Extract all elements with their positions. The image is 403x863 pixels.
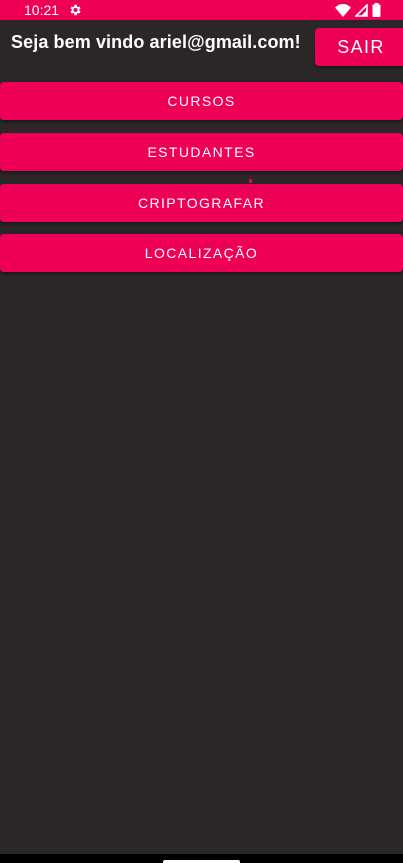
app-screen: 10:21 Seja bem vindo ariel@gmail.com! SA… [0, 0, 403, 863]
ripple-indicator [249, 179, 252, 183]
students-button[interactable]: ESTUDANTES [0, 133, 403, 171]
courses-button[interactable]: CURSOS [0, 82, 403, 120]
status-icons [335, 2, 381, 18]
encrypt-button[interactable]: CRIPTOGRAFAR [0, 184, 403, 222]
battery-icon [372, 3, 381, 17]
gear-icon [70, 4, 81, 16]
location-button[interactable]: LOCALIZAÇÃO [0, 234, 403, 272]
header: Seja bem vindo ariel@gmail.com! SAIR [0, 20, 403, 78]
wifi-icon [335, 3, 351, 17]
signal-icon [355, 3, 368, 17]
logout-button[interactable]: SAIR [315, 28, 403, 66]
status-time: 10:21 [24, 2, 60, 18]
navigation-bar [0, 854, 403, 863]
status-bar: 10:21 [0, 0, 403, 20]
welcome-message: Seja bem vindo ariel@gmail.com! [11, 32, 301, 52]
